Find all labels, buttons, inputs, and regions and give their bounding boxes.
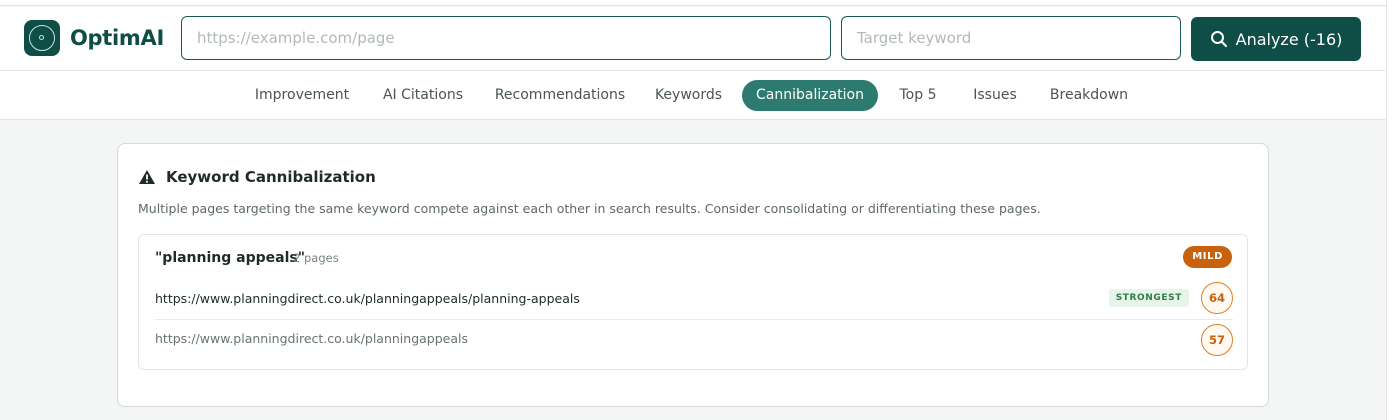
page-row: https://www.planningdirect.co.uk/plannin…: [155, 280, 1233, 320]
scrollbar[interactable]: [1386, 0, 1400, 420]
window-top-strip: [0, 0, 1400, 6]
card-heading: Keyword Cannibalization: [138, 168, 376, 186]
warning-icon: [139, 170, 155, 184]
logo-icon: [24, 20, 60, 56]
analyze-button[interactable]: Analyze (-16): [1191, 17, 1361, 61]
search-icon: [1210, 31, 1227, 48]
score-badge: 64: [1201, 282, 1233, 314]
score-badge: 57: [1201, 324, 1233, 356]
strongest-badge: STRONGEST: [1108, 289, 1189, 307]
page-count: 2 pages: [293, 251, 339, 265]
tab-recommendations[interactable]: Recommendations: [490, 80, 630, 111]
page-url[interactable]: https://www.planningdirect.co.uk/plannin…: [155, 291, 580, 306]
app-header: OptimAI Analyze (-16): [0, 7, 1386, 71]
brand-name: OptimAI: [70, 26, 164, 50]
page-url[interactable]: https://www.planningdirect.co.uk/plannin…: [155, 331, 468, 346]
severity-badge: MILD: [1183, 246, 1232, 268]
cannibalization-card: Keyword Cannibalization Multiple pages t…: [117, 143, 1269, 407]
tab-issues[interactable]: Issues: [964, 80, 1026, 111]
tab-cannibalization[interactable]: Cannibalization: [742, 80, 878, 111]
card-title: Keyword Cannibalization: [166, 168, 376, 186]
tab-keywords[interactable]: Keywords: [647, 80, 730, 111]
keyword-input[interactable]: [841, 16, 1181, 60]
page-row: https://www.planningdirect.co.uk/plannin…: [155, 320, 1233, 360]
keyword-title: "planning appeals": [155, 250, 306, 266]
keyword-group: "planning appeals" 2 pages MILD https://…: [138, 234, 1248, 370]
analyze-label: Analyze (-16): [1235, 29, 1343, 49]
tab-top-5[interactable]: Top 5: [890, 80, 946, 111]
url-input[interactable]: [181, 16, 831, 60]
tab-ai-citations[interactable]: AI Citations: [373, 80, 473, 111]
tab-breakdown[interactable]: Breakdown: [1043, 80, 1135, 111]
card-description: Multiple pages targeting the same keywor…: [138, 201, 1041, 216]
tab-improvement[interactable]: Improvement: [248, 80, 356, 111]
tab-bar: Improvement AI Citations Recommendations…: [0, 71, 1386, 120]
